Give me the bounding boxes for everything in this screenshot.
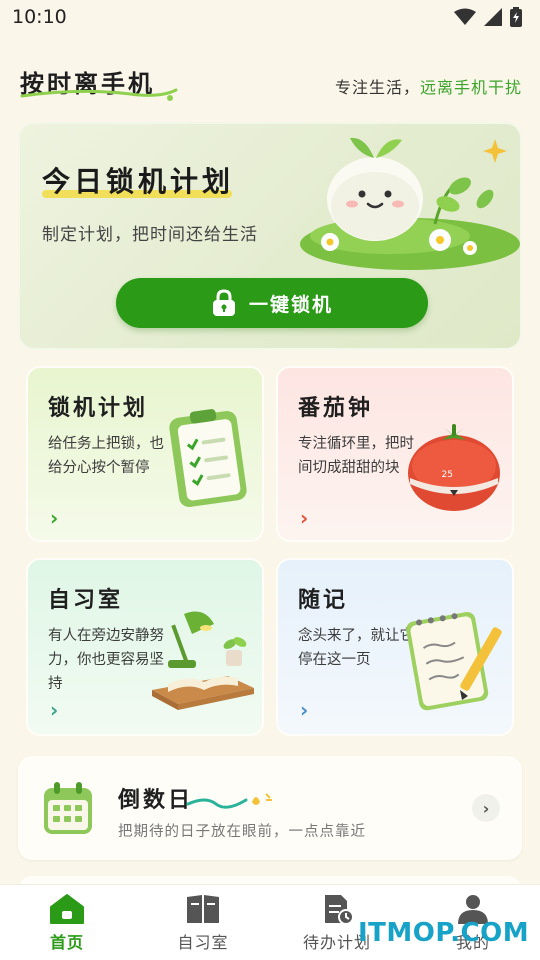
lock-plan-hero-card: 今日锁机计划 制定计划，把时间还给生活 一键锁机 [18,122,522,350]
chevron-right-icon: › [50,506,59,530]
mascot-illustration [300,137,520,270]
hero-title: 今日锁机计划 [42,165,235,198]
chevron-right-icon: › [300,698,309,722]
status-icons [454,7,522,27]
app-header: 按时离手机 专注生活，远离手机干扰 [0,56,540,106]
chevron-right-icon[interactable]: › [472,794,500,822]
slogan-part-1: 专注生活， [334,78,420,97]
feature-card-lock-plan[interactable]: 锁机计划 给任务上把锁，也给分心按个暂停 › [26,366,264,542]
timer-dial-number: 25 [441,470,453,480]
status-bar: 10:10 [0,0,540,36]
card-title: 自习室 [48,587,124,613]
wifi-icon [454,8,476,25]
book-icon [187,895,219,923]
home-icon [50,894,84,924]
sparkle-decoration [186,793,272,809]
chevron-right-icon: › [50,698,59,722]
tab-home[interactable]: 首页 [12,893,122,953]
card-description: 给任务上把锁，也给分心按个暂停 [48,436,164,476]
card-title: 番茄钟 [298,395,374,421]
notebook-pencil-icon [406,612,502,711]
card-title: 随记 [298,587,349,613]
feature-card-notes[interactable]: 随记 念头来了，就让它停在这一页 › [276,558,514,736]
todo-doc-icon [325,895,354,925]
chevron-right-icon: › [300,506,309,530]
signal-icon [484,8,502,26]
site-watermark: ITMOP.COM [358,918,530,948]
slogan-part-2: 远离手机干扰 [419,78,522,97]
battery-icon [510,7,522,27]
brand-swoosh-decoration [20,88,178,101]
header-slogan: 专注生活，远离手机干扰 [335,74,522,98]
tab-label: 自习室 [177,933,229,952]
countdown-subtitle: 把期待的日子放在眼前，一点点靠近 [118,824,366,840]
one-tap-lock-button[interactable]: 一键锁机 [116,278,428,328]
lock-icon [212,289,235,316]
tomato-timer-icon [408,424,500,511]
calendar-icon [44,782,92,834]
desk-lamp-book-icon [152,611,254,710]
tab-study-room[interactable]: 自习室 [148,893,258,953]
card-description: 专注循环里，把时间切成甜甜的块 [298,436,414,476]
countdown-title: 倒数日 [118,787,194,813]
feature-card-pomodoro[interactable]: 番茄钟 专注循环里，把时间切成甜甜的块 › 25 [276,366,514,542]
feature-card-study-room[interactable]: 自习室 有人在旁边安静努力，你也更容易坚持 › [26,558,264,736]
status-time: 10:10 [12,6,67,28]
clipboard-checklist-icon [169,409,247,507]
countdown-days-card[interactable]: 倒数日 把期待的日子放在眼前，一点点靠近 › [18,756,522,860]
card-title: 锁机计划 [48,395,149,421]
one-tap-lock-label: 一键锁机 [248,293,333,316]
hero-subtitle: 制定计划，把时间还给生活 [42,225,258,245]
tab-label: 首页 [49,933,84,952]
